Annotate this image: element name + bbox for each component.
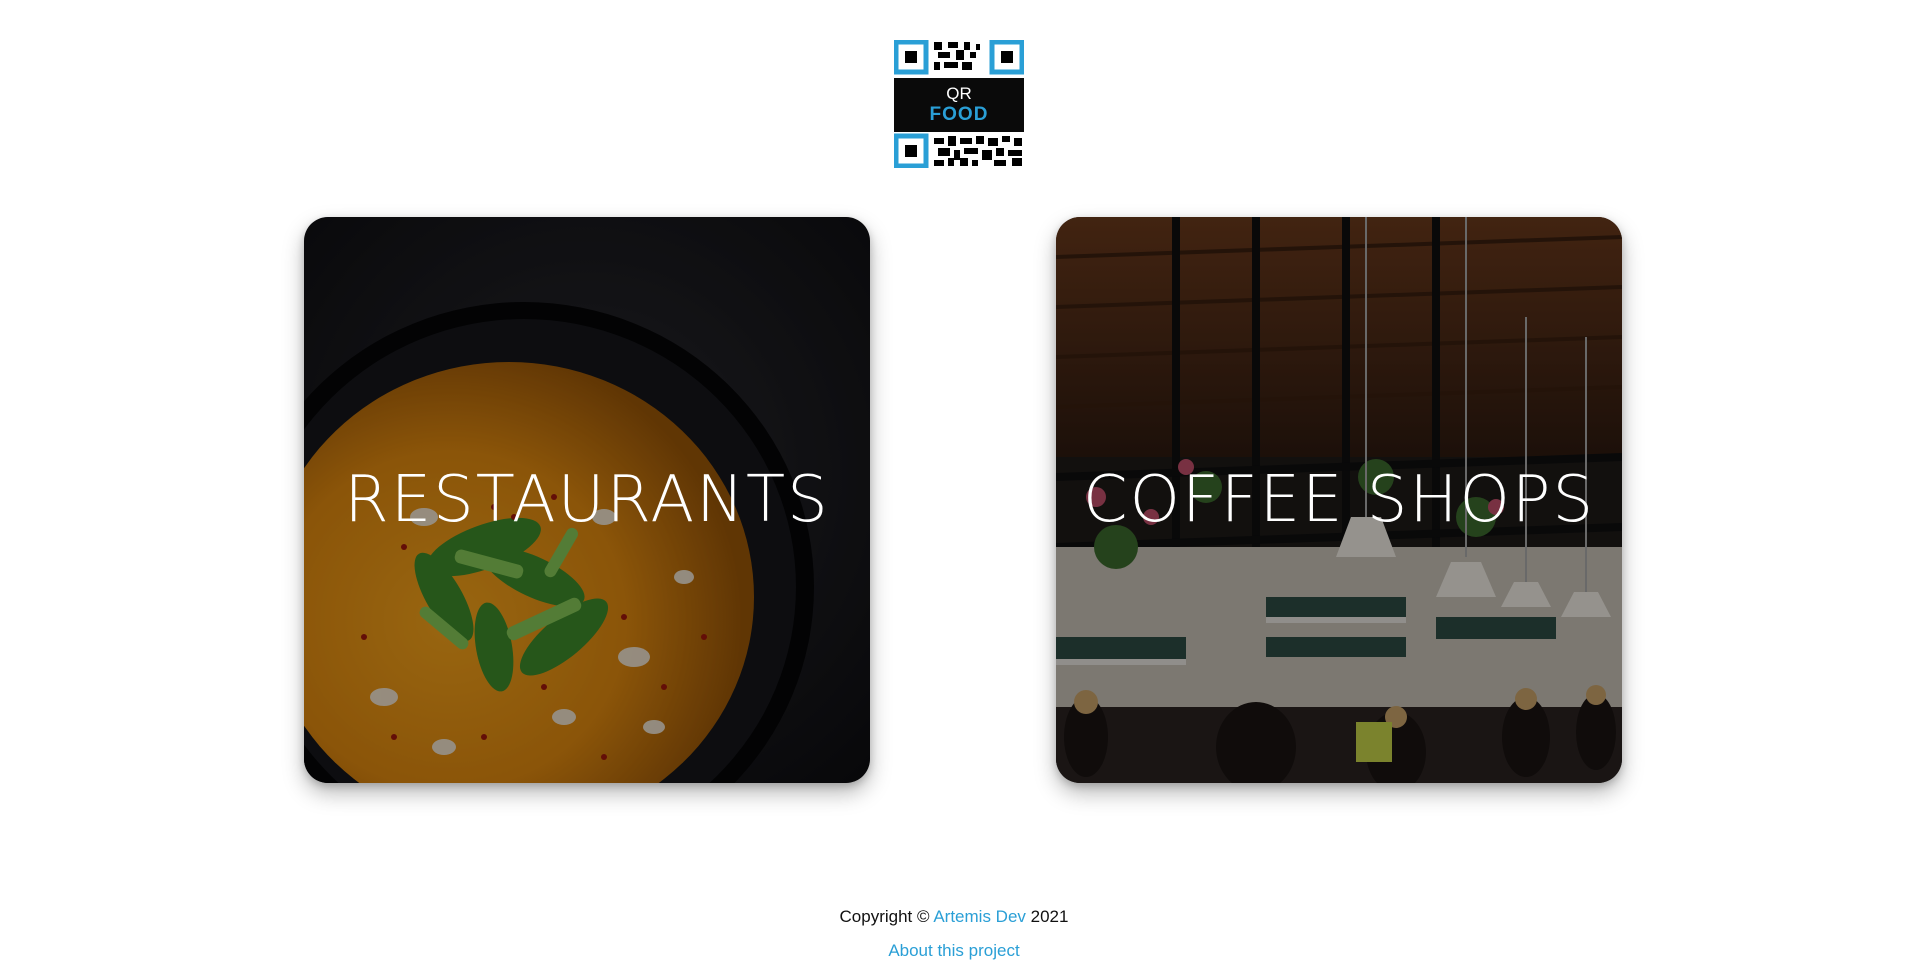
copyright-line: Copyright © Artemis Dev 2021 bbox=[0, 902, 1908, 932]
about-line: About this project bbox=[0, 936, 1908, 966]
coffee-shops-card[interactable]: COFFEE SHOPS bbox=[1056, 217, 1622, 783]
restaurants-card[interactable]: RESTAURANTS bbox=[304, 217, 870, 783]
logo-top-text: QR bbox=[946, 84, 972, 103]
qr-food-logo[interactable]: QR FOOD bbox=[894, 40, 1024, 168]
footer: Copyright © Artemis Dev 2021 About this … bbox=[0, 902, 1908, 966]
logo-bottom-text: FOOD bbox=[929, 104, 989, 125]
coffee-shops-card-title: COFFEE SHOPS bbox=[1082, 463, 1596, 537]
logo-text-block: QR FOOD bbox=[894, 78, 1024, 132]
restaurants-card-title: RESTAURANTS bbox=[344, 463, 830, 537]
author-link[interactable]: Artemis Dev bbox=[933, 907, 1026, 926]
about-project-link[interactable]: About this project bbox=[888, 941, 1019, 960]
copyright-prefix: Copyright © bbox=[839, 907, 930, 926]
page: QR FOOD RESTAURANTS COFFEE SHOPS Copyrig… bbox=[0, 0, 1908, 967]
copyright-year: 2021 bbox=[1030, 907, 1069, 926]
